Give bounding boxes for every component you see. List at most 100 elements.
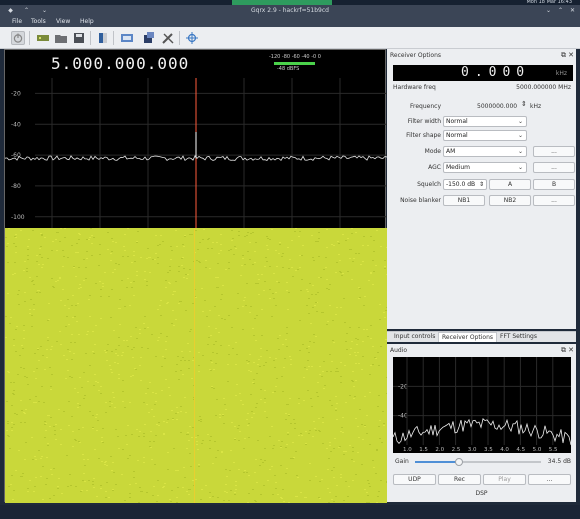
save-icon[interactable] bbox=[72, 31, 86, 45]
waterfall-pixel bbox=[329, 354, 331, 355]
settings-icon[interactable] bbox=[161, 31, 175, 45]
waterfall-pixel bbox=[375, 358, 377, 359]
waterfall-pixel bbox=[133, 471, 135, 472]
waterfall-pixel bbox=[108, 296, 110, 297]
squelch-a-button[interactable]: A bbox=[489, 179, 531, 190]
play-button[interactable]: Play bbox=[483, 474, 526, 485]
agc-options-button[interactable]: ... bbox=[533, 162, 575, 173]
waterfall-pixel bbox=[146, 492, 148, 493]
waterfall-pixel bbox=[86, 258, 88, 259]
waterfall-pixel bbox=[269, 298, 271, 299]
waterfall-pixel bbox=[112, 462, 114, 463]
waterfall-pixel bbox=[345, 451, 347, 452]
waterfall-pixel bbox=[331, 470, 333, 471]
remote-icon[interactable] bbox=[142, 31, 156, 45]
menu-tools[interactable]: Tools bbox=[31, 18, 46, 25]
tab-receiver-options[interactable]: Receiver Options bbox=[438, 332, 498, 342]
waterfall-pixel bbox=[313, 342, 315, 343]
waterfall-pixel bbox=[151, 459, 153, 460]
dock-float-icon[interactable]: ⧉ bbox=[561, 346, 566, 355]
record-button[interactable]: Rec bbox=[438, 474, 481, 485]
window-titlebar: ◆ ⌃ ⌄ Gqrx 2.9 - hackrf=51b9cd ⌄ ⌃ ✕ bbox=[0, 5, 580, 17]
waterfall-pixel bbox=[300, 433, 302, 434]
waterfall-pixel bbox=[41, 267, 43, 268]
filter-offset-display[interactable]: 0.000 kHz bbox=[393, 65, 573, 81]
waterfall-pixel bbox=[226, 476, 228, 477]
nb1-button[interactable]: NB1 bbox=[443, 195, 485, 206]
waterfall-pixel bbox=[143, 457, 145, 458]
waterfall-pixel bbox=[349, 445, 351, 446]
waterfall-pixel bbox=[83, 459, 85, 460]
waterfall-pixel bbox=[266, 417, 268, 418]
close-icon[interactable]: ✕ bbox=[568, 7, 577, 15]
waterfall-pixel bbox=[164, 483, 166, 484]
gain-slider-handle[interactable] bbox=[455, 458, 464, 466]
waterfall-pixel bbox=[266, 261, 268, 262]
waterfall-pixel bbox=[223, 423, 225, 424]
waterfall-pixel bbox=[355, 474, 357, 475]
gain-slider[interactable] bbox=[415, 458, 541, 466]
waterfall-pixel bbox=[308, 433, 310, 434]
waterfall-pixel bbox=[260, 348, 262, 349]
chevron-down-icon: ⌄ bbox=[517, 118, 523, 125]
filter-width-select[interactable]: Normal ⌄ bbox=[443, 116, 527, 127]
frequency-input[interactable]: 5000000.000 bbox=[477, 103, 517, 110]
udp-button[interactable]: UDP bbox=[393, 474, 436, 485]
waterfall-pixel bbox=[210, 360, 212, 361]
waterfall-pixel bbox=[364, 296, 366, 297]
filter-shape-select[interactable]: Normal ⌄ bbox=[443, 130, 527, 141]
squelch-input[interactable]: -150.0 dB ⇕ bbox=[443, 179, 487, 190]
waterfall[interactable] bbox=[5, 228, 387, 503]
squelch-b-button[interactable]: B bbox=[533, 179, 575, 190]
menu-file[interactable]: File bbox=[12, 18, 22, 25]
filter-shape-label: Filter shape bbox=[406, 132, 441, 139]
mode-options-button[interactable]: ... bbox=[533, 146, 575, 157]
dock-float-icon[interactable]: ⧉ bbox=[561, 51, 566, 60]
waterfall-pixel bbox=[214, 441, 216, 442]
waterfall-pixel bbox=[222, 414, 224, 415]
mode-select[interactable]: AM ⌄ bbox=[443, 146, 527, 157]
waterfall-pixel bbox=[159, 244, 161, 245]
hardware-icon[interactable] bbox=[36, 31, 50, 45]
menu-help[interactable]: Help bbox=[80, 18, 94, 25]
waterfall-pixel bbox=[234, 246, 236, 247]
waterfall-pixel bbox=[298, 236, 300, 237]
frequency-display[interactable]: 5.000.000.000 bbox=[51, 54, 189, 73]
open-icon[interactable] bbox=[54, 31, 68, 45]
waterfall-pixel bbox=[304, 367, 306, 368]
nb2-button[interactable]: NB2 bbox=[489, 195, 531, 206]
dock-close-icon[interactable]: ✕ bbox=[568, 51, 574, 59]
minimize-icon[interactable]: ⌄ bbox=[544, 7, 553, 15]
waterfall-pixel bbox=[308, 366, 310, 367]
audio-options-button[interactable]: ... bbox=[528, 474, 571, 485]
waterfall-pixel bbox=[42, 264, 44, 265]
frequency-spin-icon[interactable]: ⇕ bbox=[521, 100, 527, 108]
waterfall-pixel bbox=[272, 448, 274, 449]
waterfall-pixel bbox=[46, 457, 48, 458]
waterfall-pixel bbox=[243, 300, 245, 301]
waterfall-pixel bbox=[320, 277, 322, 278]
waterfall-pixel bbox=[100, 318, 102, 319]
menu-view[interactable]: View bbox=[56, 18, 70, 25]
dock-close-icon[interactable]: ✕ bbox=[568, 346, 574, 354]
spectrum-waterfall-pane[interactable]: 5.000.000.000 -120 -80 -60 -40 -0 0 -48 … bbox=[4, 49, 387, 503]
fullscreen-icon[interactable] bbox=[120, 31, 134, 45]
waterfall-pixel bbox=[279, 244, 281, 245]
maximize-icon[interactable]: ⌃ bbox=[556, 7, 565, 15]
nb-options-button[interactable]: ... bbox=[533, 195, 575, 206]
crosshair-icon[interactable] bbox=[185, 31, 199, 45]
tab-fft-settings[interactable]: FFT Settings bbox=[497, 333, 540, 340]
waterfall-pixel bbox=[318, 277, 320, 278]
waterfall-pixel bbox=[74, 388, 76, 389]
device-icon[interactable] bbox=[96, 31, 110, 45]
waterfall-pixel bbox=[225, 484, 227, 485]
agc-select[interactable]: Medium ⌄ bbox=[443, 162, 527, 173]
waterfall-pixel bbox=[157, 495, 159, 496]
squelch-value: -150.0 dB bbox=[446, 181, 476, 188]
mode-label: Mode bbox=[424, 148, 441, 155]
tab-input-controls[interactable]: Input controls bbox=[391, 333, 438, 340]
waterfall-pixel bbox=[300, 290, 302, 291]
power-icon[interactable] bbox=[11, 31, 25, 45]
waterfall-pixel bbox=[248, 370, 250, 371]
waterfall-pixel bbox=[351, 341, 353, 342]
